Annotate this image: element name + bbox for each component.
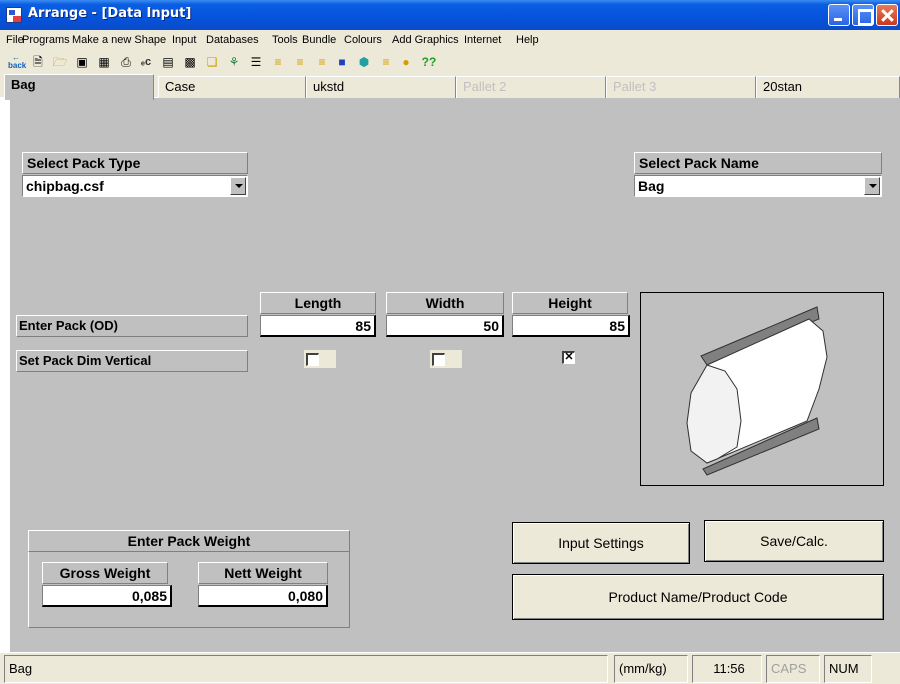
tab-strip: Bag Case ukstd Pallet 2 Pallet 3 20stan: [0, 74, 900, 100]
menu-add-graphics[interactable]: Add Graphics: [392, 34, 459, 46]
arrange-icon-2[interactable]: ≡: [292, 54, 308, 70]
width-vertical-checkbox[interactable]: [430, 350, 462, 368]
arrange-icon-3[interactable]: ≡: [314, 54, 330, 70]
open-folder-icon[interactable]: 🗁: [52, 54, 68, 70]
tab-ukstd[interactable]: ukstd: [306, 76, 456, 98]
checkbox-checked[interactable]: ✕: [562, 351, 575, 364]
copy-icon[interactable]: ❏: [204, 54, 220, 70]
gross-weight-label: Gross Weight: [42, 562, 168, 584]
enter-pack-weight-header: Enter Pack Weight: [28, 530, 350, 552]
close-button[interactable]: [876, 4, 898, 26]
calculator-icon[interactable]: ▦: [96, 54, 112, 70]
status-current-pack: Bag: [4, 655, 608, 683]
chevron-down-icon[interactable]: [230, 177, 246, 195]
back-icon[interactable]: ← back: [8, 54, 26, 70]
tab-case[interactable]: Case: [158, 76, 306, 98]
title-bar: Arrange - [Data Input]: [0, 0, 900, 30]
help-icon[interactable]: ??: [418, 54, 440, 70]
select-pack-name-label: Select Pack Name: [634, 152, 882, 174]
arrange-icon-1[interactable]: ≡: [270, 54, 286, 70]
length-header: Length: [260, 292, 376, 314]
height-vertical-checkbox[interactable]: ✕: [560, 348, 592, 366]
status-caps: CAPS: [766, 655, 820, 683]
cube-icon[interactable]: ⬢: [356, 54, 372, 70]
length-vertical-checkbox[interactable]: [304, 350, 336, 368]
width-header: Width: [386, 292, 504, 314]
menu-programs[interactable]: Programs: [22, 34, 70, 46]
height-input[interactable]: 85: [512, 315, 630, 337]
data-input-panel: Select Pack Type chipbag.csf Select Pack…: [10, 98, 900, 652]
menu-internet[interactable]: Internet: [464, 34, 501, 46]
person-icon[interactable]: ●: [398, 54, 414, 70]
input-settings-button[interactable]: Input Settings: [512, 522, 690, 564]
pack-type-value: chipbag.csf: [26, 178, 104, 194]
pack-name-select[interactable]: Bag: [634, 175, 882, 197]
spellcheck-icon[interactable]: ₑc: [138, 54, 154, 70]
maximize-button[interactable]: [852, 4, 874, 26]
nett-weight-label: Nett Weight: [198, 562, 328, 584]
arrange-icon-4[interactable]: ≡: [378, 54, 394, 70]
print-icon[interactable]: ⎙: [118, 54, 134, 70]
save-icon[interactable]: ▣: [74, 54, 90, 70]
menu-bundle[interactable]: Bundle: [302, 34, 336, 46]
width-input[interactable]: 50: [386, 315, 504, 337]
tab-pallet-2[interactable]: Pallet 2: [456, 76, 606, 98]
new-file-icon[interactable]: 🗎: [30, 54, 46, 70]
settings-icon[interactable]: ☰: [248, 54, 264, 70]
height-header: Height: [512, 292, 628, 314]
menu-make-new-shape[interactable]: Make a new Shape: [72, 34, 166, 46]
frame-edge: [0, 98, 10, 652]
chevron-down-icon[interactable]: [864, 177, 880, 195]
save-calc-button[interactable]: Save/Calc.: [704, 520, 884, 562]
pack-type-select[interactable]: chipbag.csf: [22, 175, 248, 197]
select-pack-type-label: Select Pack Type: [22, 152, 248, 174]
pack-shape-preview: [640, 292, 884, 486]
menu-colours[interactable]: Colours: [344, 34, 382, 46]
set-pack-dim-vertical-label: Set Pack Dim Vertical: [16, 350, 248, 372]
status-num: NUM: [824, 655, 872, 683]
tab-pallet-3[interactable]: Pallet 3: [606, 76, 756, 98]
tab-20stan[interactable]: 20stan: [756, 76, 900, 98]
status-time: 11:56: [692, 655, 762, 683]
bag-shape-image: [686, 306, 828, 476]
tree-icon[interactable]: ⚘: [226, 54, 242, 70]
nett-weight-input[interactable]: 0,080: [198, 585, 328, 607]
pack-name-value: Bag: [638, 178, 665, 194]
enter-pack-od-label: Enter Pack (OD): [16, 315, 248, 337]
checkbox-box[interactable]: [306, 353, 319, 366]
tab-bag[interactable]: Bag: [4, 74, 154, 100]
book-icon[interactable]: ■: [334, 54, 350, 70]
product-name-code-button[interactable]: Product Name/Product Code: [512, 574, 884, 620]
preview-icon[interactable]: ▩: [182, 54, 198, 70]
menu-help[interactable]: Help: [516, 34, 539, 46]
menu-input[interactable]: Input: [172, 34, 196, 46]
document-icon[interactable]: ▤: [160, 54, 176, 70]
toolbar: ← back 🗎 🗁 ▣ ▦ ⎙ ₑc ▤ ▩ ❏ ⚘ ☰ ≡ ≡ ≡ ■ ⬢ ≡…: [0, 50, 900, 74]
checkbox-box[interactable]: [432, 353, 445, 366]
menu-bar: File Programs Make a new Shape Input Dat…: [0, 30, 900, 50]
status-bar: Bag (mm/kg) 11:56 CAPS NUM: [0, 652, 900, 684]
app-icon[interactable]: [6, 7, 22, 23]
gross-weight-input[interactable]: 0,085: [42, 585, 172, 607]
length-input[interactable]: 85: [260, 315, 376, 337]
status-units: (mm/kg): [614, 655, 688, 683]
window-title: Arrange - [Data Input]: [28, 6, 192, 21]
minimize-button[interactable]: [828, 4, 850, 26]
menu-databases[interactable]: Databases: [206, 34, 259, 46]
menu-tools[interactable]: Tools: [272, 34, 298, 46]
